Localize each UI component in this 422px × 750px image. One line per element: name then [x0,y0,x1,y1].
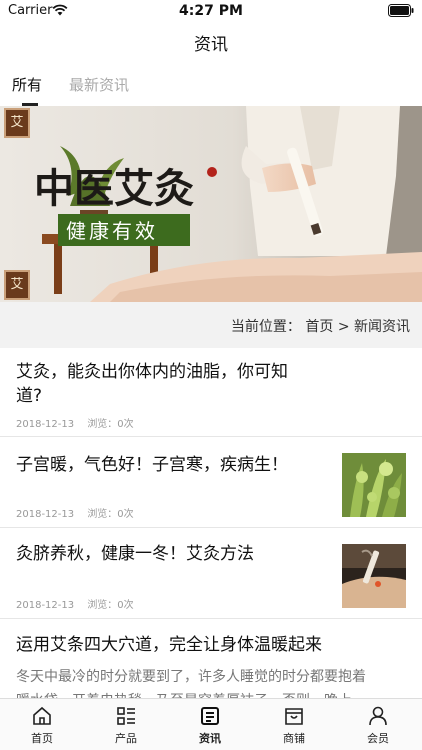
battery-icon [388,4,414,17]
article-title-line: 艾灸，能灸出你体内的油脂，你可知 [16,362,288,382]
bottom-tab-bar: 首页 产品 资讯 商铺 会员 [0,698,422,750]
tab-member-label: 会员 [367,732,389,745]
breadcrumb-prefix: 当前位置： [230,319,301,335]
banner-slogan: 健康有效 [66,219,158,243]
member-icon [369,706,387,726]
article-title: 子宫暖，气色好！子宫寒，疾病生！ [16,455,288,475]
list-item[interactable]: 子宫暖，气色好！子宫寒，疾病生！ 2018-12-13 浏览：0次 [0,437,422,528]
article-date: 2018-12-13 [16,600,75,611]
breadcrumb-separator: > [337,319,350,335]
tab-latest-news[interactable]: 最新资讯 [69,74,129,95]
list-item[interactable]: 灸脐养秋，健康一冬！艾灸方法 2018-12-13 浏览：0次 [0,528,422,619]
tab-shop-label: 商铺 [283,732,305,745]
promo-banner[interactable]: 中医艾灸 健康有效 艾 艾 [0,106,422,302]
article-views: 浏览：0次 [87,509,134,520]
article-thumbnail[interactable] [342,544,406,608]
article-meta: 2018-12-13 浏览：0次 [16,415,144,430]
article-title: 灸脐养秋，健康一冬！艾灸方法 [16,544,254,564]
article-title-line: 道? [16,386,43,406]
breadcrumb-current: 新闻资讯 [354,319,410,335]
news-icon [201,707,219,725]
page-title: 资讯 [194,35,228,55]
article-thumbnail[interactable] [342,453,406,517]
tab-shop[interactable]: 商铺 [252,699,336,750]
clock: 4:27 PM [179,3,243,19]
list-item[interactable]: 艾灸，能灸出你体内的油脂，你可知 道? 2018-12-13 浏览：0次 [0,348,422,437]
breadcrumb-bar: 当前位置： 首页 > 新闻资讯 [0,302,422,348]
tab-home-label: 首页 [31,732,53,745]
article-meta: 2018-12-13 浏览：0次 [16,505,144,520]
tab-products[interactable]: 产品 [84,699,168,750]
banner-image: 中医艾灸 健康有效 [0,106,422,302]
seal-badge-bottom: 艾 [4,270,30,300]
banner-headline: 中医艾灸 [34,165,194,212]
category-tabs: 所有 最新资讯 [0,66,422,106]
tab-all[interactable]: 所有 [12,74,42,95]
status-bar: Carrier 4:27 PM [0,0,422,22]
tab-products-label: 产品 [115,732,137,745]
article-date: 2018-12-13 [16,419,75,430]
article-views: 浏览：0次 [87,600,134,611]
moxa-thumbnail-image [342,544,406,608]
breadcrumb: 当前位置： 首页 > 新闻资讯 [231,316,410,336]
product-list-icon [117,707,135,725]
article-excerpt-line: 冬天中最冷的时分就要到了，许多人睡觉的时分都要抱着 [16,669,366,685]
article-excerpt-line: 暖水袋，开着电热毯，乃至是穿着厚袜子，否则，晚上 [16,689,412,698]
home-icon [33,706,51,725]
article-title: 运用艾条四大穴道，完全让身体温暖起来 [16,635,322,655]
tab-news[interactable]: 资讯 [168,699,252,750]
tab-member[interactable]: 会员 [336,699,420,750]
article-title: 艾灸，能灸出你体内的油脂，你可知 道? [16,360,326,408]
seal-badge-top: 艾 [4,108,30,138]
tab-home[interactable]: 首页 [0,699,84,750]
list-item[interactable]: 运用艾条四大穴道，完全让身体温暖起来 冬天中最冷的时分就要到了，许多人睡觉的时分… [0,619,422,698]
article-views: 浏览：0次 [87,419,134,430]
article-meta: 2018-12-13 浏览：0次 [16,596,144,611]
tab-news-label: 资讯 [199,732,221,745]
shop-icon [285,708,303,725]
article-excerpt: 冬天中最冷的时分就要到了，许多人睡觉的时分都要抱着 暖水袋，开着电热毯，乃至是穿… [16,665,412,698]
article-date: 2018-12-13 [16,509,75,520]
herb-thumbnail-image [342,453,406,517]
navigation-bar: 资讯 [0,22,422,62]
breadcrumb-home-link[interactable]: 首页 [305,319,333,335]
